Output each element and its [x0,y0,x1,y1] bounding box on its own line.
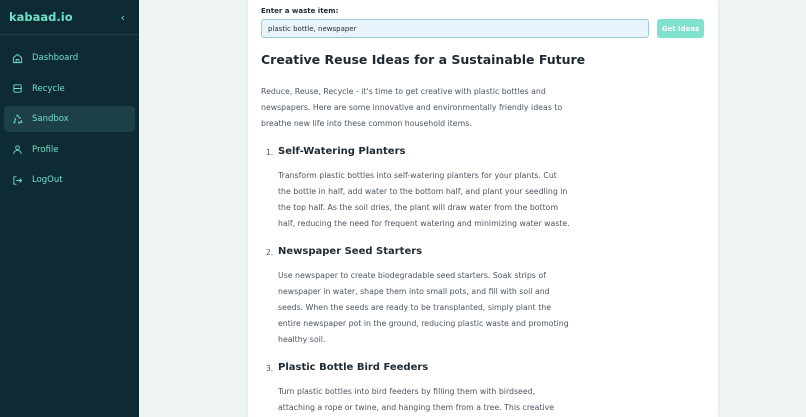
sidebar-item-dashboard[interactable]: Dashboard [4,45,135,71]
sidebar-item-profile[interactable]: Profile [4,137,135,163]
sidebar-item-label: Dashboard [32,53,79,63]
waste-input-label: Enter a waste item: [261,7,339,15]
brand-logo[interactable]: kabaad.io [9,10,73,24]
sidebar-item-label: Sandbox [32,114,69,124]
main-card: Enter a waste item: Get Ideas Creative R… [248,0,718,417]
recycle-icon [11,113,23,125]
sidebar-item-recycle[interactable]: Recycle [4,76,135,102]
home-icon [11,52,23,64]
article-title: Creative Reuse Ideas for a Sustainable F… [261,52,586,67]
sidebar: kabaad.io ‹ Dashboard Recycle Sandbox Pr… [0,0,139,417]
idea-title: Self-Watering Planters [278,146,406,157]
list-item: 3. Plastic Bottle Bird Feeders Turn plas… [261,361,571,416]
idea-title: Plastic Bottle Bird Feeders [278,362,429,373]
sidebar-item-label: Recycle [32,83,65,94]
idea-description: Transform plastic bottles into self-wate… [278,171,570,228]
idea-description: Turn plastic bottles into bird feeders b… [278,387,555,412]
idea-number: 1. [266,148,274,157]
idea-number: 3. [266,364,274,373]
list-item: 1. Self-Watering Planters Transform plas… [261,145,571,232]
sidebar-item-label: LogOut [32,175,63,185]
get-ideas-button[interactable]: Get Ideas [657,19,704,38]
layers-icon [11,83,23,95]
waste-item-input[interactable] [261,19,649,38]
ideas-article: Creative Reuse Ideas for a Sustainable F… [261,51,586,417]
ideas-list: 1. Self-Watering Planters Transform plas… [261,145,571,416]
sidebar-nav: Dashboard Recycle Sandbox Profile LogOut [0,35,139,193]
list-item: 2. Newspaper Seed Starters Use newspaper… [261,245,571,348]
chevron-left-icon[interactable]: ‹ [121,11,125,24]
idea-number: 2. [266,248,274,257]
user-icon [11,144,23,156]
logout-icon [11,174,23,186]
sidebar-item-label: Profile [32,144,59,155]
sidebar-item-sandbox[interactable]: Sandbox [4,106,135,132]
sidebar-item-logout[interactable]: LogOut [4,167,135,193]
idea-title: Newspaper Seed Starters [278,246,423,257]
idea-description: Use newspaper to create biodegradable se… [278,271,569,344]
article-intro: Reduce, Reuse, Recycle - it's time to ge… [261,87,563,128]
sidebar-header: kabaad.io ‹ [0,0,139,35]
